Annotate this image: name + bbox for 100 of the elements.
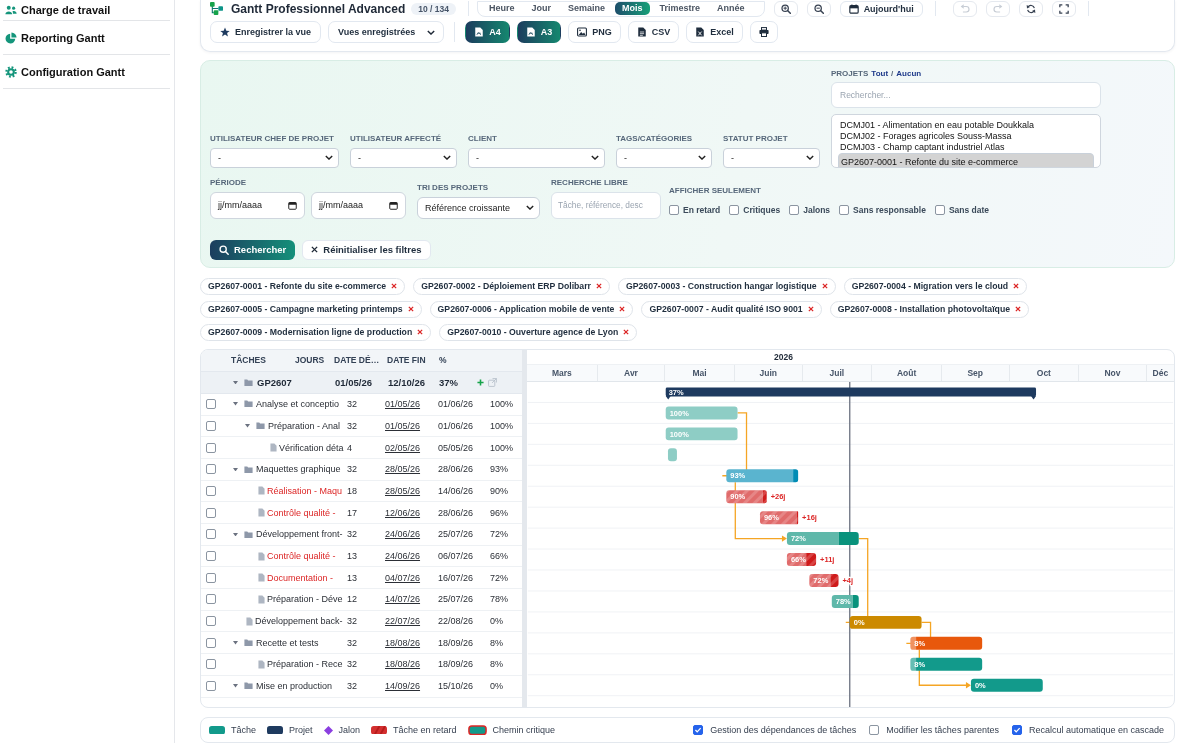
row-checkbox[interactable] (206, 681, 216, 692)
task-bar[interactable] (910, 657, 983, 671)
row-checkbox[interactable] (206, 464, 216, 475)
close-icon[interactable] (407, 306, 414, 313)
select-field[interactable]: - (723, 147, 820, 168)
select-none-link[interactable]: Aucun (896, 68, 922, 79)
close-icon[interactable] (619, 306, 626, 313)
select-field[interactable]: - (350, 147, 457, 168)
column-header[interactable]: JOURS (295, 355, 325, 366)
search-field[interactable]: Rechercher... (831, 81, 1101, 108)
sidebar-item[interactable]: Reporting Gantt (3, 21, 170, 55)
caret-icon[interactable] (245, 424, 250, 428)
checkbox[interactable] (669, 204, 679, 215)
task-bar[interactable] (786, 552, 817, 566)
column-header[interactable]: % (439, 355, 447, 366)
column-header[interactable]: TÂCHES (231, 355, 266, 366)
project-option[interactable]: DCMJ02 - Forages agricoles Souss-Massa (838, 130, 1094, 142)
view-mode-tab[interactable]: Semaine (561, 2, 613, 15)
project-option[interactable]: GP2607-0001 - Refonte du site e-commerce (838, 152, 1094, 167)
task-bar[interactable] (910, 636, 983, 650)
start-date-link[interactable]: 28/05/26 (385, 464, 421, 475)
row-checkbox[interactable] (206, 572, 216, 583)
close-icon[interactable] (623, 329, 630, 336)
checkbox[interactable] (934, 204, 945, 215)
sidebar-item[interactable]: Configuration Gantt (3, 55, 170, 89)
reset-filters-button[interactable]: Réinitialiser les filtres (302, 239, 431, 260)
select-field[interactable]: - (616, 147, 712, 168)
row-checkbox[interactable] (206, 637, 216, 648)
row-checkbox[interactable] (206, 399, 216, 410)
zoom-in-button[interactable] (773, 0, 798, 17)
close-icon[interactable] (595, 283, 602, 290)
project-bar[interactable] (665, 387, 1037, 400)
checkbox[interactable] (693, 725, 704, 735)
close-icon[interactable] (807, 306, 814, 313)
project-option[interactable]: DCMJ01 - Alimentation en eau potable Doukkala (838, 119, 1094, 131)
checkbox[interactable] (729, 204, 740, 215)
row-checkbox[interactable] (206, 529, 216, 540)
start-date-link[interactable]: 24/06/26 (385, 529, 421, 540)
checkbox[interactable] (869, 725, 880, 735)
project-option[interactable]: DCMJ03 - Champ captant industriel Atlas (838, 141, 1094, 153)
close-icon[interactable] (1015, 306, 1021, 313)
search-button[interactable]: Rechercher (210, 239, 296, 260)
column-header[interactable]: DATE FIN (387, 355, 426, 366)
task-bar[interactable] (726, 469, 799, 483)
export-file-button[interactable]: PNG (568, 21, 621, 43)
close-icon[interactable] (1013, 283, 1020, 290)
caret-icon[interactable] (233, 532, 238, 537)
zoom-out-button[interactable] (806, 0, 831, 17)
caret-icon[interactable] (233, 684, 238, 688)
print-button[interactable] (749, 21, 778, 43)
task-bar[interactable] (786, 532, 859, 545)
task-bar[interactable] (831, 594, 859, 608)
fullscreen-button[interactable] (1051, 0, 1076, 17)
start-date-link[interactable]: 18/08/26 (385, 659, 421, 670)
view-mode-tab[interactable]: Trimestre (652, 2, 708, 15)
date-field[interactable]: jj/mm/aaaa (311, 191, 406, 219)
task-bar[interactable] (970, 678, 1043, 692)
start-date-link[interactable]: 01/05/26 (385, 420, 421, 431)
row-checkbox[interactable] (206, 485, 216, 496)
plus-icon[interactable] (477, 378, 484, 386)
start-date-link[interactable]: 28/05/26 (385, 485, 421, 496)
view-mode-tab[interactable]: Jour (524, 2, 559, 15)
start-date-link[interactable]: 18/08/26 (385, 637, 421, 648)
task-bar[interactable] (726, 490, 767, 504)
caret-icon[interactable] (233, 380, 238, 385)
row-checkbox[interactable] (206, 616, 216, 627)
row-checkbox[interactable] (206, 659, 216, 670)
start-date-link[interactable]: 02/05/26 (385, 442, 421, 453)
start-date-link[interactable]: 14/07/26 (385, 594, 421, 605)
caret-icon[interactable] (233, 641, 238, 645)
row-checkbox[interactable] (206, 420, 216, 431)
select-field[interactable]: - (468, 147, 605, 168)
row-checkbox[interactable] (206, 507, 216, 518)
refresh-button[interactable] (1018, 0, 1043, 17)
task-bar[interactable] (849, 615, 922, 629)
row-checkbox[interactable] (206, 442, 216, 453)
start-date-link[interactable]: 01/05/26 (385, 399, 421, 410)
checkbox[interactable] (789, 204, 800, 215)
row-checkbox[interactable] (206, 551, 216, 562)
export-pdf-button[interactable]: A3 (516, 21, 562, 43)
sidebar-item[interactable]: Charge de travail (3, 0, 170, 21)
splitter-handle[interactable] (522, 349, 527, 708)
start-date-link[interactable]: 12/06/26 (385, 507, 421, 518)
caret-icon[interactable] (233, 467, 238, 472)
task-bar[interactable] (809, 573, 839, 587)
today-button[interactable]: Aujourd'hui (839, 0, 923, 17)
caret-icon[interactable] (233, 402, 238, 406)
task-bar[interactable] (760, 511, 799, 524)
checkbox[interactable] (1011, 725, 1022, 735)
close-icon[interactable] (391, 283, 398, 290)
export-pdf-button[interactable]: A4 (465, 21, 510, 43)
view-mode-tab[interactable]: Mois (615, 2, 650, 15)
search-field[interactable]: Tâche, référence, desc (551, 191, 661, 219)
start-date-link[interactable]: 04/07/26 (385, 572, 421, 583)
save-view-button[interactable]: Enregistrer la vue (210, 21, 322, 43)
start-date-link[interactable]: 24/06/26 (385, 551, 421, 562)
select-field[interactable]: Référence croissante (417, 196, 540, 219)
row-checkbox[interactable] (206, 594, 216, 605)
saved-views-select[interactable]: Vues enregistrées (328, 21, 445, 43)
date-field[interactable]: jj/mm/aaaa (210, 191, 305, 219)
